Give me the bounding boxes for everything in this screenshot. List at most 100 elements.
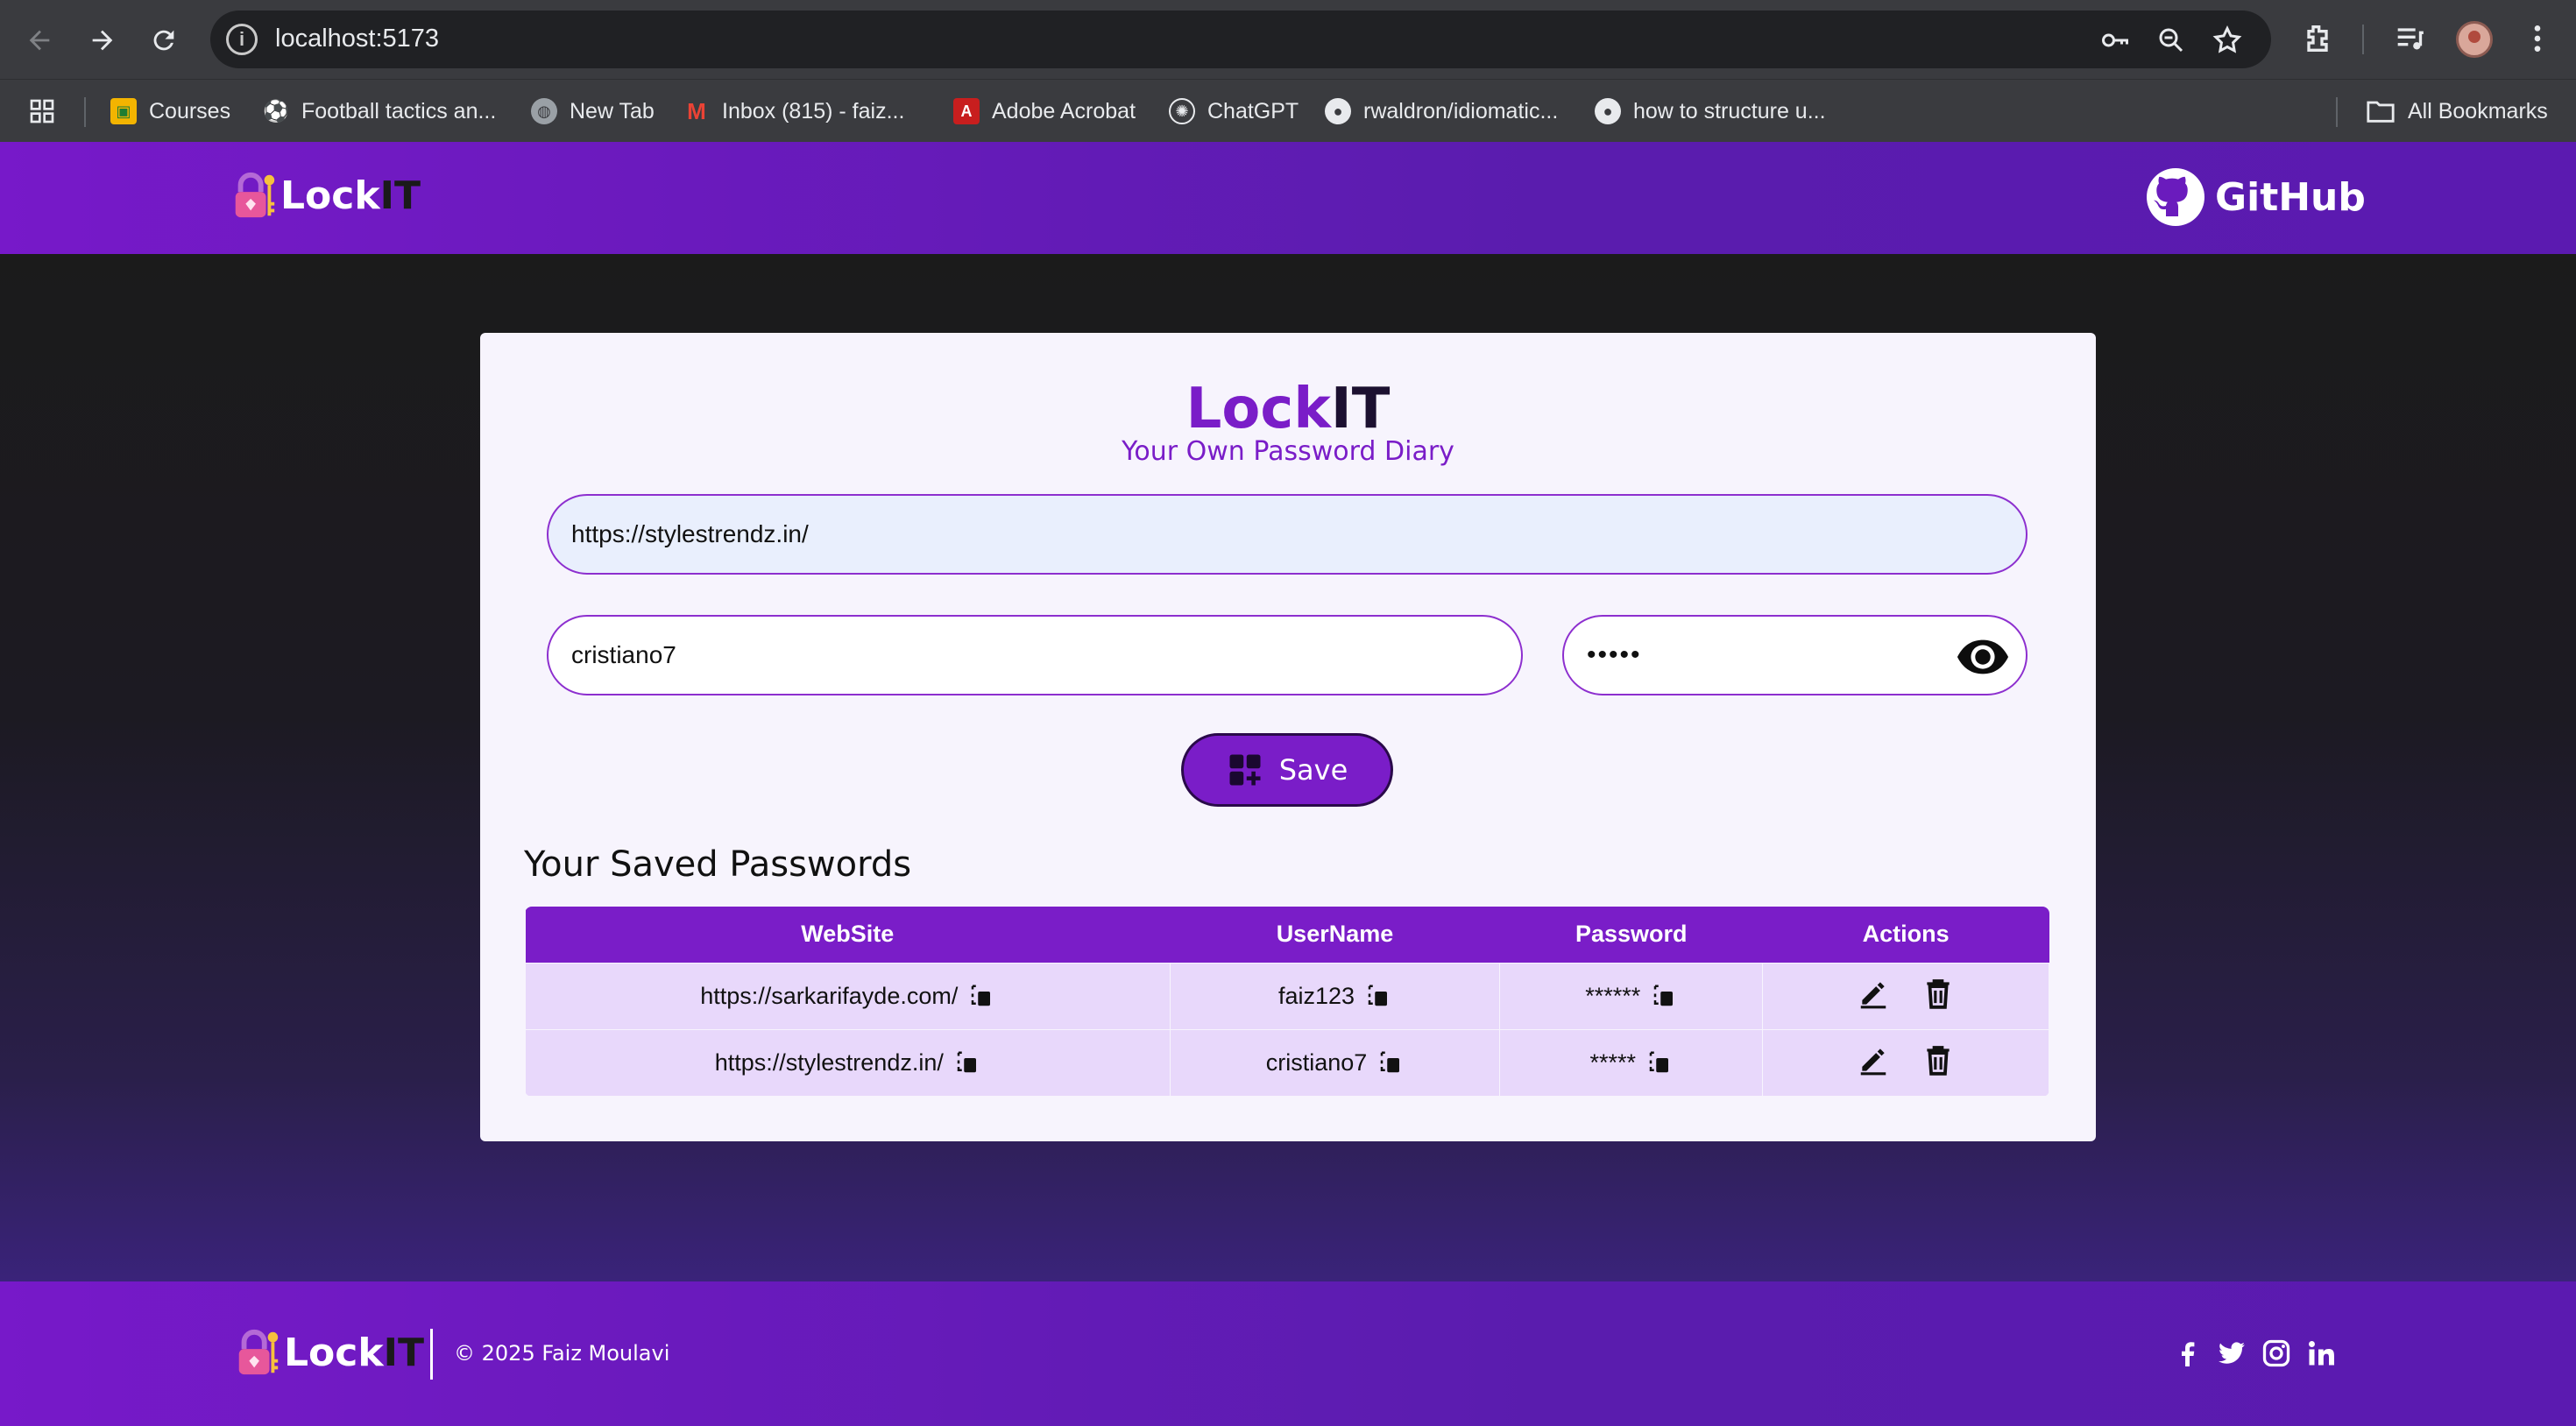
username-input[interactable]: cristiano7 — [547, 615, 1523, 695]
lock-key-icon — [238, 1329, 279, 1375]
website-text[interactable]: https://sarkarifayde.com/ — [700, 983, 958, 1010]
username-text: faiz123 — [1277, 982, 1355, 1009]
username-cell: faiz123 — [1169, 962, 1501, 1030]
actions-cell — [1762, 1028, 2049, 1097]
github-icon: ● — [1325, 98, 1351, 124]
column-header-actions: Actions — [1762, 907, 2049, 963]
twitter-icon[interactable] — [2216, 1338, 2247, 1369]
reload-button[interactable] — [145, 22, 182, 59]
linkedin-icon[interactable] — [2305, 1338, 2337, 1369]
save-button[interactable]: Save — [1181, 733, 1393, 807]
edit-icon[interactable] — [1857, 977, 1890, 1010]
header-logo[interactable]: LockIT — [231, 170, 421, 221]
app-header: LockIT GitHub — [0, 142, 2576, 254]
password-cell: ***** — [1499, 1028, 1764, 1097]
password-input[interactable]: ••••• — [1562, 615, 2028, 695]
bookmark-label: Football tactics an... — [301, 98, 497, 124]
folder-icon — [2367, 101, 2395, 123]
facebook-icon[interactable] — [2171, 1338, 2203, 1369]
website-cell: https://stylestrendz.in/ — [525, 1028, 1171, 1097]
bookmark-football[interactable]: ⚽ Football tactics an... — [263, 95, 496, 127]
logo-text: LockIT — [284, 1330, 424, 1375]
username-text: cristiano7 — [1265, 1048, 1368, 1076]
bookmarks-bar: ▣ Courses ⚽ Football tactics an... ◍ New… — [0, 79, 2576, 142]
copy-icon[interactable] — [1651, 983, 1677, 1009]
forward-button[interactable] — [84, 22, 121, 59]
password-text: ****** — [1585, 982, 1641, 1009]
bookmark-label: ChatGPT — [1207, 98, 1299, 124]
all-bookmarks[interactable]: All Bookmarks — [2366, 95, 2548, 127]
profile-avatar[interactable] — [2456, 21, 2493, 58]
card-title: LockIT — [1185, 377, 1391, 441]
media-controls-icon[interactable] — [2392, 21, 2427, 56]
password-key-icon[interactable] — [2099, 25, 2131, 56]
copy-icon[interactable] — [1646, 1049, 1673, 1076]
column-header-password: Password — [1499, 907, 1763, 963]
copy-icon[interactable] — [954, 1049, 980, 1076]
back-button[interactable] — [21, 22, 58, 59]
site-info-icon[interactable]: i — [226, 24, 258, 55]
copy-icon[interactable] — [968, 983, 994, 1009]
delete-icon[interactable] — [1921, 1043, 1955, 1077]
bookmark-label: Inbox (815) - faiz... — [722, 98, 905, 124]
github-link[interactable]: GitHub — [2147, 168, 2366, 226]
website-url-value: https://stylestrendz.in/ — [571, 520, 809, 547]
bookmark-courses[interactable]: ▣ Courses — [110, 95, 230, 127]
all-bookmarks-label: All Bookmarks — [2408, 98, 2548, 124]
address-url[interactable]: localhost:5173 — [275, 25, 439, 53]
delete-icon[interactable] — [1921, 977, 1955, 1010]
menu-kebab-icon[interactable] — [2520, 21, 2555, 56]
football-icon: ⚽ — [263, 99, 289, 124]
actions-cell — [1762, 962, 2049, 1030]
github-icon — [2147, 168, 2204, 226]
forward-arrow-icon — [92, 30, 113, 51]
bookmark-new-tab[interactable]: ◍ New Tab — [531, 95, 655, 127]
chatgpt-icon: ✺ — [1169, 98, 1195, 124]
table-header-row: WebSite UserName Password Actions — [525, 907, 2049, 963]
bookmark-label: Courses — [149, 98, 231, 124]
back-arrow-icon — [29, 30, 50, 51]
bookmark-star-icon[interactable] — [2212, 25, 2243, 56]
username-value: cristiano7 — [571, 641, 676, 668]
password-manager-card: LockIT Your Own Password Diary https://s… — [480, 333, 2096, 1141]
bookmark-label: New Tab — [570, 98, 655, 124]
bookmark-idiomatic[interactable]: ● rwaldron/idiomatic... — [1325, 95, 1558, 127]
extensions-icon[interactable] — [2300, 21, 2335, 56]
website-text[interactable]: https://stylestrendz.in/ — [715, 1049, 944, 1077]
saved-passwords-heading: Your Saved Passwords — [524, 844, 912, 885]
apps-grid-icon[interactable] — [28, 95, 56, 127]
column-header-website: WebSite — [525, 907, 1171, 963]
bookmark-divider — [84, 97, 86, 127]
copy-icon[interactable] — [1377, 1049, 1404, 1076]
bookmark-chatgpt[interactable]: ✺ ChatGPT — [1169, 95, 1299, 127]
password-cell: ****** — [1499, 962, 1764, 1030]
password-value: ••••• — [1587, 640, 1642, 669]
bookmark-label: Adobe Acrobat — [992, 98, 1136, 124]
toolbar-divider — [2362, 25, 2364, 54]
bookmark-label: how to structure u... — [1633, 98, 1826, 124]
instagram-icon[interactable] — [2261, 1338, 2292, 1369]
copy-icon[interactable] — [1365, 983, 1391, 1009]
bookmark-acrobat[interactable]: A Adobe Acrobat — [953, 95, 1136, 127]
website-url-input[interactable]: https://stylestrendz.in/ — [547, 494, 2028, 575]
bookmark-gmail[interactable]: M Inbox (815) - faiz... — [683, 95, 904, 127]
website-cell: https://sarkarifayde.com/ — [525, 962, 1171, 1030]
bookmark-structure[interactable]: ● how to structure u... — [1595, 95, 1826, 127]
globe-icon: ◍ — [531, 98, 557, 124]
address-bar[interactable]: i localhost:5173 — [210, 11, 2271, 68]
acrobat-icon: A — [953, 98, 980, 124]
bookmark-divider — [2336, 97, 2338, 127]
classroom-icon: ▣ — [110, 98, 137, 124]
browser-toolbar: i localhost:5173 — [0, 0, 2576, 79]
zoom-icon[interactable] — [2155, 25, 2187, 56]
column-header-username: UserName — [1170, 907, 1500, 963]
reload-icon — [153, 30, 174, 51]
password-text: ***** — [1589, 1048, 1637, 1076]
logo-text: LockIT — [280, 173, 421, 218]
footer-logo[interactable]: LockIT — [235, 1327, 424, 1378]
show-password-icon[interactable] — [1956, 634, 2010, 680]
app-footer: LockIT © 2025 Faiz Moulavi — [0, 1281, 2576, 1426]
edit-icon[interactable] — [1857, 1043, 1890, 1077]
lock-key-icon — [235, 172, 275, 218]
github-label: GitHub — [2215, 174, 2366, 220]
